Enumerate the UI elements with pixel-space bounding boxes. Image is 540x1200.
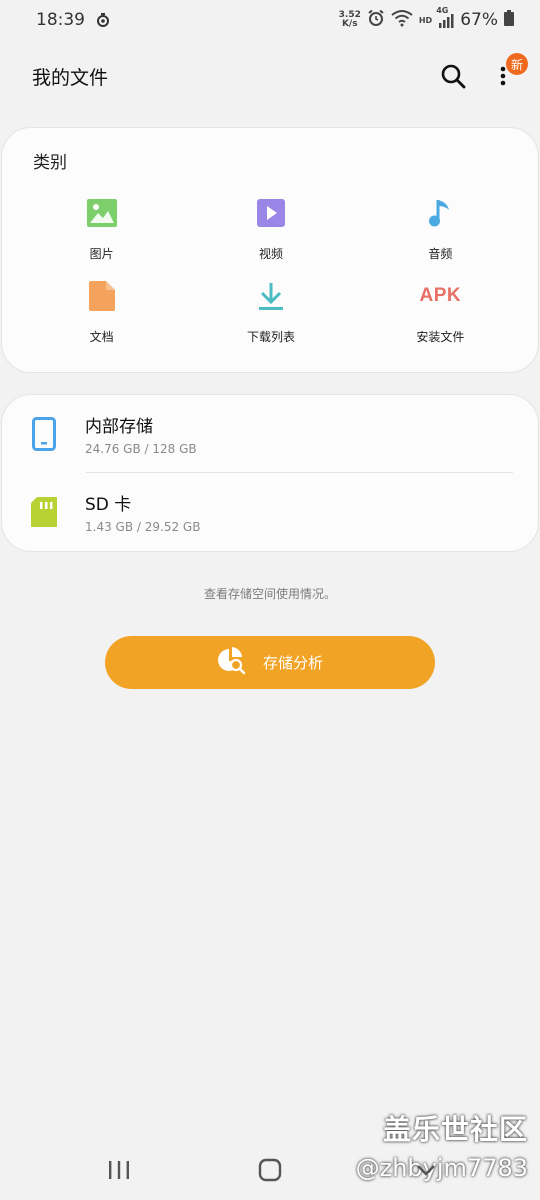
more-options-button[interactable]: 新 <box>498 53 528 91</box>
storage-analysis-button[interactable]: 存储分析 <box>105 636 435 689</box>
category-videos[interactable]: 视频 <box>186 190 355 273</box>
storage-card: 内部存储 24.76 GB / 128 GB SD 卡 1.43 GB / 29… <box>1 394 539 552</box>
status-icons: 3.52 K/s HD 4G 67% <box>339 6 514 32</box>
category-apk[interactable]: APK 安装文件 <box>356 273 525 356</box>
category-label: 视频 <box>258 247 283 261</box>
cellular-icon: 4G <box>436 6 454 28</box>
storage-size: 24.76 GB / 128 GB <box>85 442 197 456</box>
storage-analysis-label: 存储分析 <box>262 654 323 672</box>
back-icon <box>417 1165 435 1176</box>
storage-internal-text: 内部存储 24.76 GB / 128 GB <box>85 412 197 456</box>
storage-sd-card[interactable]: SD 卡 1.43 GB / 29.52 GB <box>2 473 538 551</box>
wifi-icon <box>391 9 413 32</box>
storage-internal[interactable]: 内部存储 24.76 GB / 128 GB <box>2 395 538 473</box>
category-documents[interactable]: 文档 <box>17 273 186 356</box>
navigation-bar <box>0 1140 540 1200</box>
back-button[interactable] <box>408 1152 444 1188</box>
app-bar: 我的文件 新 <box>0 48 540 104</box>
storage-name: 内部存储 <box>85 417 153 437</box>
category-label: 安装文件 <box>416 330 465 344</box>
net-speed-unit: K/s <box>341 19 358 29</box>
category-downloads[interactable]: 下载列表 <box>186 273 355 356</box>
categories-title: 类别 <box>33 153 67 173</box>
apk-icon: APK <box>415 279 465 313</box>
search-button[interactable] <box>438 61 468 91</box>
new-badge: 新 <box>506 53 528 75</box>
storage-size: 1.43 GB / 29.52 GB <box>85 520 201 534</box>
music-icon <box>423 196 457 230</box>
home-button[interactable] <box>252 1152 288 1188</box>
battery-icon <box>504 9 514 31</box>
net-speed: 3.52 K/s <box>339 11 361 29</box>
recents-button[interactable] <box>101 1152 137 1188</box>
battery-percent: 67% <box>460 10 498 30</box>
apk-icon-text: APK <box>419 285 462 306</box>
hd-label: HD <box>418 15 433 25</box>
recents-icon <box>109 1161 129 1179</box>
storage-sd-text: SD 卡 1.43 GB / 29.52 GB <box>85 490 200 534</box>
categories-card: 类别 图片 视频 音频 文档 下载列表 APK 安装文件 <box>1 127 539 373</box>
categories-grid: 图片 视频 音频 文档 下载列表 APK 安装文件 <box>17 190 525 356</box>
download-icon <box>254 279 288 313</box>
alarm-icon <box>367 9 385 32</box>
storage-name: SD 卡 <box>85 495 132 515</box>
sd-card-icon <box>29 495 59 529</box>
home-icon <box>258 1158 282 1182</box>
more-vertical-icon <box>500 66 506 86</box>
image-icon <box>85 196 119 230</box>
category-audio[interactable]: 音频 <box>356 190 525 273</box>
category-label: 下载列表 <box>246 330 295 344</box>
app-actions: 新 <box>438 53 528 91</box>
status-bar: 18:39 3.52 K/s HD 4G 67% <box>0 0 540 40</box>
analysis-icon <box>217 646 247 679</box>
network-type-label: 4G <box>436 6 449 15</box>
storage-hint: 查看存储空间使用情况。 <box>203 587 336 601</box>
phone-icon <box>29 417 59 451</box>
category-label: 音频 <box>428 247 453 261</box>
category-label: 图片 <box>89 247 114 261</box>
signal-ring-icon <box>95 12 111 28</box>
category-label: 文档 <box>89 330 114 344</box>
page-title: 我的文件 <box>32 66 109 89</box>
search-icon <box>441 64 466 89</box>
video-icon <box>254 196 288 230</box>
document-icon <box>85 279 119 313</box>
category-images[interactable]: 图片 <box>17 190 186 273</box>
status-time: 18:39 <box>36 10 85 30</box>
